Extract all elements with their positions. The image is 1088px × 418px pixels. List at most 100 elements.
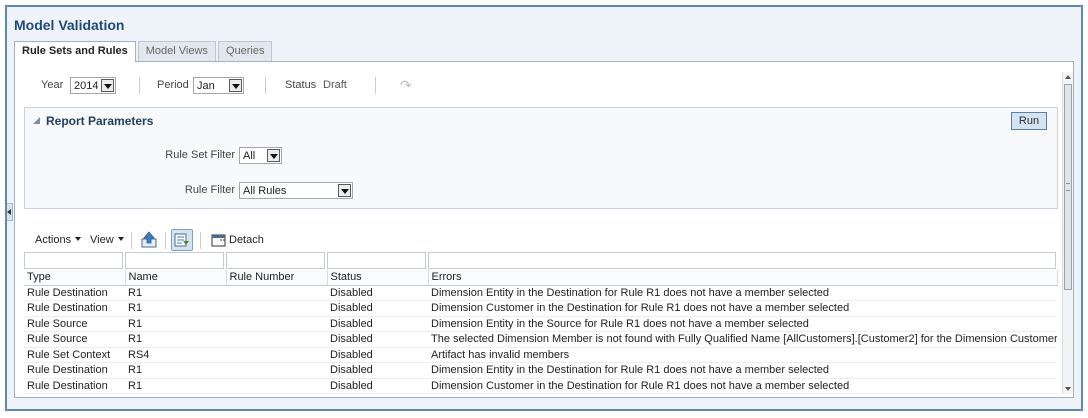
- collapse-pane-handle[interactable]: [7, 203, 13, 221]
- tab-bar: Rule Sets and Rules Model Views Queries: [14, 41, 274, 62]
- table-row[interactable]: Rule Set Context RS4 Disabled Artifact h…: [24, 347, 1057, 363]
- cell-name: R1: [125, 316, 226, 332]
- table-row[interactable]: Rule Destination R1 Disabled Dimension C…: [24, 300, 1057, 317]
- filter-field-type[interactable]: [24, 252, 123, 269]
- chevron-down-icon[interactable]: [338, 184, 351, 197]
- validation-results-table: Type Name Rule Number Status Errors Rule…: [24, 251, 1058, 396]
- report-parameters-header[interactable]: Report Parameters: [33, 114, 153, 128]
- cell-name: R1: [125, 362, 226, 379]
- cell-errors: Artifact has invalid members: [428, 347, 1057, 363]
- column-header-status[interactable]: Status: [327, 270, 429, 286]
- cell-type: Rule Set Context: [24, 347, 125, 363]
- cell-errors: Dimension Entity in the Destination for …: [428, 362, 1057, 379]
- period-select[interactable]: Jan: [193, 77, 244, 94]
- column-header-errors[interactable]: Errors: [428, 270, 1058, 286]
- grip-icon: [1066, 183, 1070, 191]
- column-header-type[interactable]: Type: [24, 270, 126, 286]
- year-value: 2014: [74, 80, 99, 92]
- table-row[interactable]: Rule Destination R1 Disabled Dimension E…: [24, 285, 1057, 301]
- cell-type: Rule Destination: [24, 300, 125, 317]
- query-by-example-icon[interactable]: [171, 229, 193, 251]
- cell-rule-number: [226, 362, 327, 379]
- run-button[interactable]: Run: [1011, 112, 1047, 130]
- redo-icon[interactable]: ↷: [400, 77, 412, 94]
- rule-set-filter-label: Rule Set Filter: [165, 149, 235, 161]
- caret-down-icon: [117, 237, 124, 241]
- cell-type: Rule Destination: [24, 378, 125, 394]
- cell-type: Rule Destination: [24, 362, 125, 379]
- filter-field-rule-number[interactable]: [226, 252, 325, 269]
- filter-field-errors[interactable]: [428, 252, 1056, 269]
- cell-errors: Dimension Entity in the Destination for …: [428, 285, 1057, 301]
- divider: [265, 77, 266, 94]
- year-label: Year: [41, 79, 64, 91]
- cell-name: R1: [125, 331, 226, 348]
- rule-filter-value: All Rules: [243, 185, 287, 197]
- table-row[interactable]: Rule Destination R1 Disabled Dimension C…: [24, 378, 1057, 394]
- cell-errors: The selected Dimension Member is not fou…: [428, 331, 1057, 348]
- cell-rule-number: [226, 285, 327, 301]
- header-row: Type Name Rule Number Status Errors: [24, 270, 1058, 286]
- cell-rule-number: [226, 378, 327, 394]
- model-validation-panel: Model Validation Rule Sets and Rules Mod…: [5, 5, 1083, 411]
- rule-set-filter-select[interactable]: All: [239, 147, 282, 164]
- pov-toolbar: Year 2014 Period Jan Status Draft ↷: [15, 75, 1015, 97]
- caret-down-icon: [75, 237, 82, 241]
- column-header-name[interactable]: Name: [125, 270, 227, 286]
- table-row[interactable]: Rule Source R1 Disabled The selected Dim…: [24, 331, 1057, 348]
- scrollbar-thumb[interactable]: [1064, 84, 1072, 290]
- divider: [139, 77, 140, 94]
- detach-button[interactable]: Detach: [229, 234, 264, 246]
- cell-status: Disabled: [327, 300, 428, 317]
- period-value: Jan: [197, 80, 215, 92]
- vertical-scrollbar[interactable]: [1062, 72, 1073, 394]
- cell-errors: Dimension Customer in the Destination fo…: [428, 378, 1057, 394]
- divider: [165, 232, 166, 249]
- collapse-triangle-icon[interactable]: [33, 117, 40, 124]
- year-select[interactable]: 2014: [70, 77, 116, 94]
- actions-label: Actions: [35, 234, 72, 246]
- status-value: Draft: [323, 79, 347, 91]
- scroll-up-icon[interactable]: [1065, 75, 1071, 79]
- cell-type: Rule Source: [24, 331, 125, 348]
- chevron-down-icon[interactable]: [229, 79, 242, 92]
- column-header-rule-number[interactable]: Rule Number: [226, 270, 328, 286]
- scroll-down-icon[interactable]: [1065, 387, 1071, 391]
- filter-field-status[interactable]: [327, 252, 426, 269]
- cell-status: Disabled: [327, 362, 428, 379]
- filter-field-name[interactable]: [125, 252, 224, 269]
- cell-name: R1: [125, 378, 226, 394]
- cell-status: Disabled: [327, 347, 428, 363]
- cell-type: Rule Source: [24, 316, 125, 332]
- divider: [131, 232, 132, 249]
- divider: [375, 77, 376, 94]
- chevron-down-icon[interactable]: [267, 149, 280, 162]
- tab-model-views[interactable]: Model Views: [137, 41, 216, 61]
- report-parameters-title: Report Parameters: [46, 114, 154, 128]
- tab-rule-sets-and-rules[interactable]: Rule Sets and Rules: [14, 41, 136, 62]
- tab-content: Year 2014 Period Jan Status Draft ↷ Repo…: [14, 61, 1074, 398]
- divider: [200, 232, 201, 249]
- table-row[interactable]: Rule Source R1 Disabled Dimension Entity…: [24, 316, 1057, 332]
- cell-status: Disabled: [327, 316, 428, 332]
- cell-status: Disabled: [327, 331, 428, 348]
- detach-icon[interactable]: [208, 229, 230, 251]
- cell-rule-number: [226, 300, 327, 317]
- cell-status: Disabled: [327, 285, 428, 301]
- rule-filter-select[interactable]: All Rules: [239, 182, 353, 199]
- rule-filter-label: Rule Filter: [184, 184, 235, 196]
- report-parameters-panel: Report Parameters Run Rule Set Filter Al…: [24, 107, 1058, 209]
- status-label: Status: [285, 79, 317, 91]
- rule-set-filter-value: All: [243, 150, 256, 162]
- export-icon[interactable]: [138, 229, 160, 251]
- chevron-down-icon[interactable]: [101, 79, 114, 92]
- cell-name: RS4: [125, 347, 226, 363]
- cell-name: R1: [125, 300, 226, 317]
- table-row[interactable]: Rule Destination R1 Disabled Dimension E…: [24, 362, 1057, 379]
- cell-name: R1: [125, 285, 226, 301]
- results-grid: Type Name Rule Number Status Errors Rule…: [24, 270, 1058, 394]
- view-menu[interactable]: View: [90, 234, 124, 246]
- tab-queries[interactable]: Queries: [217, 41, 273, 61]
- view-label: View: [90, 234, 114, 246]
- actions-menu[interactable]: Actions: [35, 234, 82, 246]
